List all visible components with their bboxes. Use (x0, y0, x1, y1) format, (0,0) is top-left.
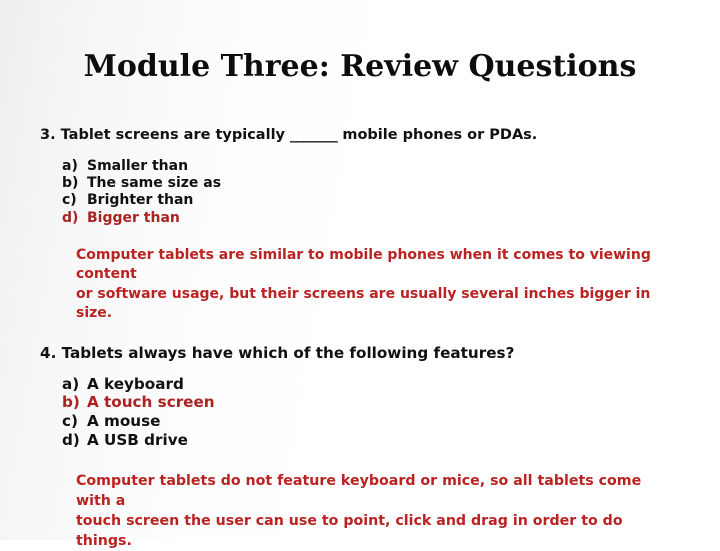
option-4d-marker: d) (62, 430, 80, 449)
question-3-explanation-line1: Computer tablets are similar to mobile p… (76, 246, 651, 283)
question-3-explanation: Computer tablets are similar to mobile p… (0, 246, 720, 324)
option-4a-marker: a) (62, 374, 80, 393)
option-4d[interactable]: d) A USB drive (0, 431, 720, 450)
question-4-stem: 4. Tablets always have which of the foll… (40, 343, 515, 362)
option-3b[interactable]: b) The same size as (0, 175, 720, 192)
question-3-options: a) Smaller than b) The same size as c) Brig… (0, 158, 720, 227)
option-4b-marker: b) (62, 393, 80, 412)
question-3-stem-before: 3. Tablet screens are typically (40, 127, 291, 143)
option-4c-label: A mouse (87, 412, 161, 430)
question-4-explanation-line2: touch screen the user can use to point, … (76, 513, 623, 550)
option-3a-marker: a) (62, 158, 78, 174)
question-4-explanation: Computer tablets do not feature keyboard… (0, 471, 720, 551)
option-3d[interactable]: d) Bigger than (0, 210, 720, 227)
question-3-stem-after: mobile phones or PDAs. (337, 127, 538, 143)
option-4a-label: A keyboard (87, 374, 184, 393)
question-3-stem: 3. Tablet screens are typically _______ … (0, 126, 720, 145)
option-3d-label: Bigger than (87, 209, 180, 226)
option-4c[interactable]: c) A mouse (0, 412, 720, 431)
question-3-explanation-line2: or software usage, but their screens are… (76, 285, 651, 322)
option-4c-marker: c) (62, 412, 78, 430)
option-4a[interactable]: a) A keyboard (0, 375, 720, 394)
option-4d-label: A USB drive (87, 430, 188, 449)
option-3a[interactable]: a) Smaller than (0, 158, 720, 175)
question-3-blank: _______ (290, 127, 338, 143)
option-4b[interactable]: b) A touch screen (0, 393, 720, 412)
slide-body: 3. Tablet screens are typically _______ … (0, 126, 720, 551)
option-3c-label: Brighter than (87, 192, 194, 209)
option-3c-marker: c) (62, 192, 77, 209)
option-3a-label: Smaller than (87, 158, 189, 174)
option-3b-marker: b) (62, 175, 79, 192)
option-3d-marker: d) (62, 209, 79, 226)
option-4b-label: A touch screen (87, 393, 215, 412)
question-4-options: a) A keyboard b) A touch screen c) A mouse … (0, 375, 720, 449)
slide-canvas: Module Three: Review Questions 3. Tablet… (0, 0, 720, 549)
question-4-explanation-line1: Computer tablets do not feature keyboard… (76, 473, 642, 510)
page-title: Module Three: Review Questions (83, 49, 637, 84)
option-3c[interactable]: c) Brighter than (0, 192, 720, 209)
option-3b-label: The same size as (87, 175, 222, 192)
